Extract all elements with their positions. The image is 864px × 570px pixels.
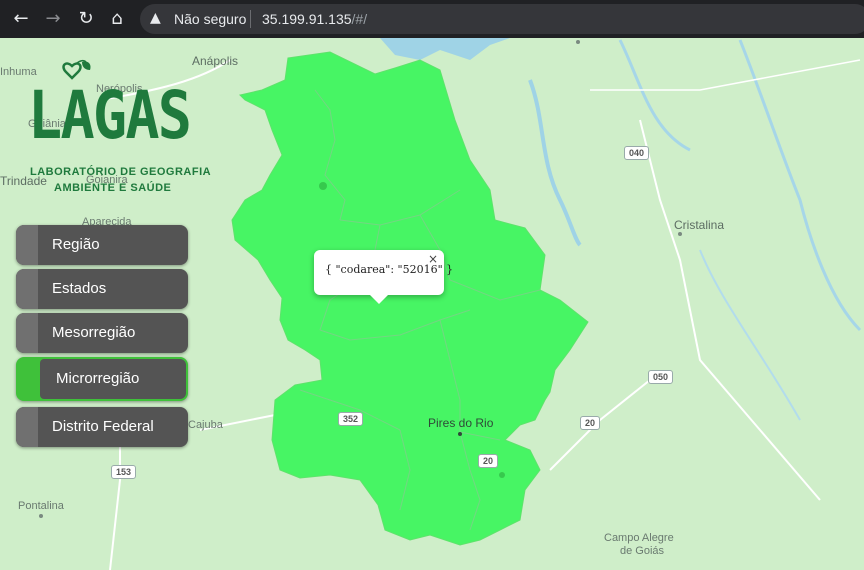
road-shield-352: 352 (338, 412, 364, 426)
place-campo-alegre-2: de Goiás (620, 545, 665, 557)
logo-subtitle-2: AMBIENTE E SAÚDE (54, 182, 172, 194)
road-shield-153: 153 (111, 465, 137, 479)
place-pontalina: Pontalina (18, 500, 64, 512)
road-shield-040: 040 (624, 146, 650, 160)
url-host: 35.199.91.135 (262, 11, 352, 27)
river (738, 39, 862, 332)
road (639, 119, 821, 501)
browser-toolbar: ← → ↻ ⌂ ▲ Não seguro 35.199.91.135/#/ (0, 0, 864, 38)
address-bar[interactable]: ▲ Não seguro 35.199.91.135/#/ (140, 4, 864, 34)
menu-button-estados[interactable]: Estados (16, 269, 188, 309)
menu-label: Estados (52, 280, 107, 297)
warning-triangle-icon[interactable]: ▲ (150, 10, 161, 26)
address-separator (250, 10, 251, 28)
menu-button-regiao[interactable]: Região (16, 225, 188, 265)
menu-button-mesorregiao[interactable]: Mesorregião (16, 313, 188, 353)
menu-button-distrito-federal[interactable]: Distrito Federal (16, 407, 188, 447)
road-shield-20b: 20 (478, 454, 499, 468)
back-arrow-icon[interactable]: ← (10, 8, 32, 30)
river (618, 39, 691, 152)
city-point (458, 432, 462, 436)
menu-accent (16, 225, 38, 265)
forward-arrow-icon[interactable]: → (42, 8, 64, 30)
place-anapolis: Anápolis (192, 54, 239, 68)
menu-accent (16, 313, 38, 353)
popup-content: { "codarea": "52016" } (325, 263, 454, 276)
menu-label: Mesorregião (52, 324, 136, 341)
menu-label: Região (52, 236, 100, 253)
place-pires-do-rio: Pires do Rio (428, 416, 494, 430)
reservoir (380, 38, 510, 60)
city-point (576, 40, 580, 44)
road-shield-050: 050 (648, 370, 674, 384)
road-shield-20a: 20 (580, 416, 601, 430)
city-point (678, 232, 682, 236)
url-text[interactable]: 35.199.91.135/#/ (262, 11, 367, 27)
place-cajuba: Cajuba (188, 419, 223, 431)
place-campo-alegre-1: Campo Alegre (604, 532, 674, 544)
url-path: /#/ (351, 11, 368, 27)
menu-button-microrregiao[interactable]: Microrregião (16, 357, 188, 401)
map-feature (499, 472, 505, 478)
reload-icon[interactable]: ↻ (75, 8, 97, 30)
map-popup: × { "codarea": "52016" } (314, 250, 453, 304)
place-cristalina: Cristalina (674, 218, 725, 232)
river (528, 79, 582, 247)
map-feature (319, 182, 327, 190)
menu-accent (16, 407, 38, 447)
logo-subtitle-1: LABORATÓRIO DE GEOGRAFIA (30, 166, 212, 178)
menu-accent (18, 359, 40, 399)
home-icon[interactable]: ⌂ (106, 8, 128, 30)
menu-label: Distrito Federal (52, 418, 154, 435)
menu-label: Microrregião (56, 370, 140, 387)
river (699, 249, 801, 421)
menu-accent (16, 269, 38, 309)
logo-title: LAGAS (28, 77, 192, 154)
city-point (39, 514, 43, 518)
not-secure-label[interactable]: Não seguro (174, 11, 246, 27)
